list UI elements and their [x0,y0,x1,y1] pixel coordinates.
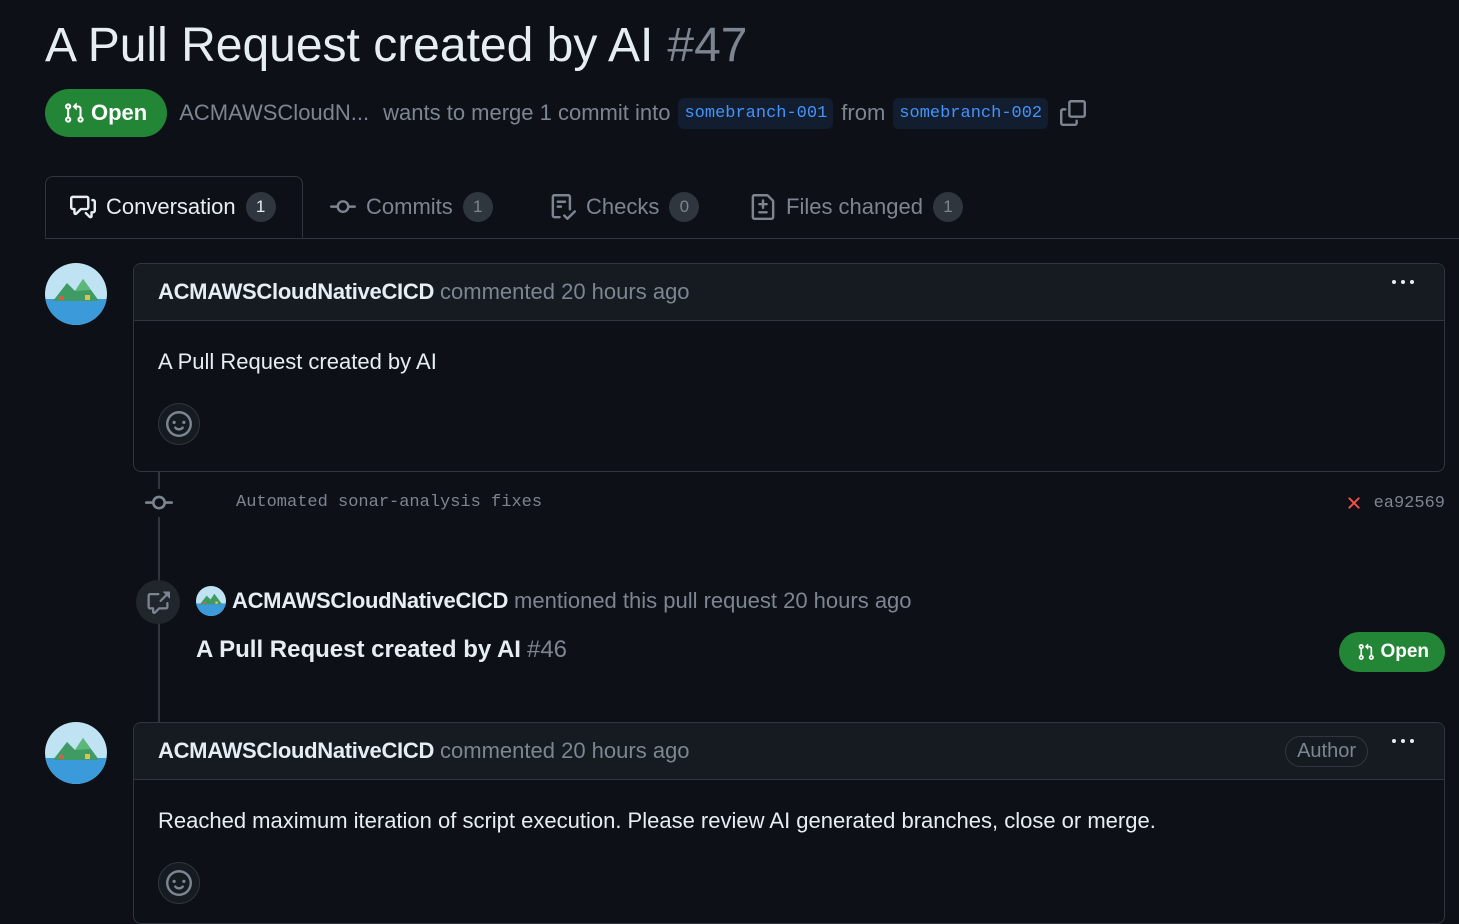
cross-reference-badge [136,580,180,624]
comment-text: Reached maximum iteration of script exec… [158,808,1156,833]
page-title: A Pull Request created by AI [45,19,654,72]
pr-number: #47 [667,19,748,72]
avatar[interactable] [196,586,226,616]
pr-tabs: Conversation 1 Commits 1 Checks 0 Files … [45,176,1459,239]
tab-label: Commits [366,194,453,219]
git-pull-request-icon [1359,643,1375,660]
comment-body: A Pull Request created by AI [134,321,1444,445]
comment-timestamp[interactable]: commented 20 hours ago [440,738,690,764]
pr-meta-row: Open ACMAWSCloudN... wants to merge 1 co… [45,89,1087,137]
merge-text: wants to merge 1 commit into [383,100,671,125]
referenced-pr[interactable]: A Pull Request created by AI #46 [196,636,567,664]
tab-commits[interactable]: Commits 1 [330,176,493,238]
x-icon[interactable] [1344,493,1364,513]
tab-label: Conversation [106,194,236,219]
tab-checks[interactable]: Checks 0 [550,176,700,238]
cross-reference-icon [147,591,170,614]
mention-line: ACMAWSCloudNativeCICD mentioned this pul… [196,586,912,616]
tab-files-changed[interactable]: Files changed 1 [750,176,963,238]
add-reaction-button[interactable] [158,403,200,445]
checklist-icon [551,194,576,220]
comment-author-link[interactable]: ACMAWSCloudNativeCICD [158,738,434,764]
mention-author-link[interactable]: ACMAWSCloudNativeCICD [232,588,508,614]
commit-sha-group: ea92569 [1344,493,1445,513]
copy-icon[interactable] [1060,100,1087,126]
kebab-horizontal-icon[interactable] [1392,280,1414,284]
referenced-pr-status-badge: Open [1339,632,1445,672]
from-text: from [841,100,886,125]
smiley-icon [166,870,192,896]
referenced-pr-title[interactable]: A Pull Request created by AI [196,636,521,663]
kebab-horizontal-icon[interactable] [1392,739,1414,743]
tab-label: Files changed [786,194,923,219]
referenced-pr-number: #46 [526,636,568,663]
referenced-pr-status-label: Open [1380,641,1429,662]
comment-header: ACMAWSCloudNativeCICD commented 20 hours… [134,723,1444,780]
avatar[interactable] [45,722,107,784]
comment-author-link[interactable]: ACMAWSCloudNativeCICD [158,279,434,305]
base-branch-link[interactable]: somebranch-001 [678,97,834,129]
pr-title-row: A Pull Request created by AI #47 [45,18,747,73]
comment-discussion-icon [70,195,96,219]
comment-header: ACMAWSCloudNativeCICD commented 20 hours… [134,264,1444,321]
tab-label: Checks [586,194,660,219]
git-commit-icon [145,489,173,517]
head-branch-link[interactable]: somebranch-002 [893,97,1049,129]
status-badge-label: Open [91,100,148,125]
avatar[interactable] [45,263,107,325]
author-badge: Author [1285,736,1368,767]
comment-text: A Pull Request created by AI [158,349,437,374]
tab-conversation[interactable]: Conversation 1 [45,176,303,238]
status-badge: Open [45,89,168,137]
tab-counter: 1 [462,192,493,222]
comment-timestamp[interactable]: commented 20 hours ago [440,279,690,305]
git-pull-request-icon [65,102,84,123]
comment-card: ACMAWSCloudNativeCICD commented 20 hours… [133,722,1445,924]
tab-counter: 1 [245,192,276,222]
git-commit-icon [330,200,356,214]
mention-action: mentioned this pull request 20 hours ago [514,588,912,613]
smiley-icon [166,411,192,437]
add-reaction-button[interactable] [158,862,200,904]
timeline-commit: Automated sonar-analysis fixes ea92569 [140,486,1445,520]
tab-counter: 0 [669,192,700,222]
commit-sha-link[interactable]: ea92569 [1374,494,1445,513]
comment-card: ACMAWSCloudNativeCICD commented 20 hours… [133,263,1445,472]
tab-counter: 1 [932,192,963,222]
file-diff-icon [751,194,775,220]
commit-message-link[interactable]: Automated sonar-analysis fixes [236,493,542,512]
comment-body: Reached maximum iteration of script exec… [134,780,1444,904]
pr-author-link[interactable]: ACMAWSCloudN... [179,100,369,126]
